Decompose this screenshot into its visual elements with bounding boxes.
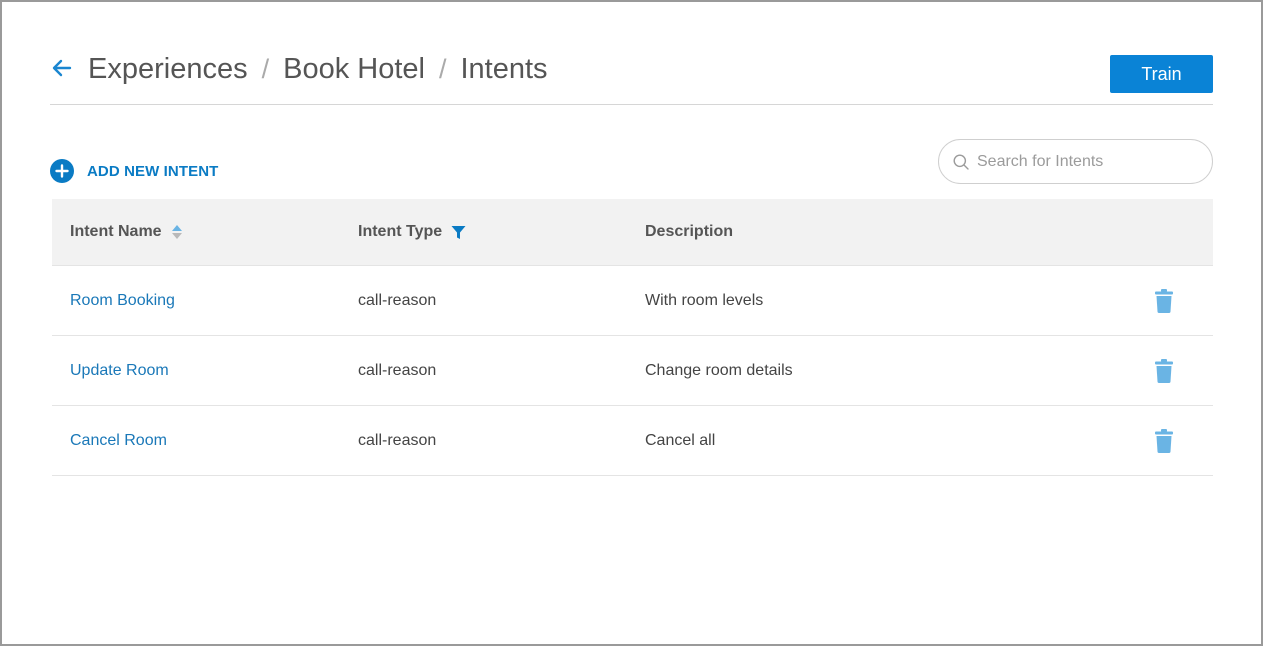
column-header-label: Intent Type <box>358 223 443 240</box>
table-row: Room Booking call-reason With room level… <box>52 266 1213 336</box>
breadcrumb: Experiences / Book Hotel / Intents <box>88 50 548 88</box>
breadcrumb-experiences[interactable]: Experiences <box>88 53 248 86</box>
delete-button[interactable] <box>1155 429 1173 453</box>
add-new-intent-button[interactable]: ADD NEW INTENT <box>50 159 218 183</box>
add-new-intent-label: ADD NEW INTENT <box>87 162 219 180</box>
filter-icon[interactable] <box>451 225 466 240</box>
breadcrumb-separator: / <box>261 53 270 84</box>
page-title: Intents <box>460 52 548 85</box>
column-header-label: Intent Name <box>70 223 162 240</box>
intent-type-cell: call-reason <box>358 431 437 449</box>
intent-type-cell: call-reason <box>358 361 437 379</box>
intent-name-link[interactable]: Cancel Room <box>70 406 167 475</box>
column-header-intent-type: Intent Type <box>358 199 466 265</box>
description-cell: Change room details <box>645 361 793 379</box>
column-header-label: Description <box>645 223 734 240</box>
search-input[interactable] <box>977 140 1202 183</box>
breadcrumb-separator: / <box>438 53 447 84</box>
trash-icon <box>1155 359 1173 383</box>
sort-icon[interactable] <box>171 224 183 240</box>
delete-button[interactable] <box>1155 289 1173 313</box>
table-row: Cancel Room call-reason Cancel all <box>52 406 1213 476</box>
description-cell: Cancel all <box>645 431 716 449</box>
table-row: Update Room call-reason Change room deta… <box>52 336 1213 406</box>
train-button[interactable]: Train <box>1110 55 1213 93</box>
arrow-left-icon <box>52 59 72 77</box>
intents-table: Intent Name Intent Type Description Room… <box>52 199 1213 476</box>
table-header: Intent Name Intent Type Description <box>52 199 1213 266</box>
trash-icon <box>1155 289 1173 313</box>
search-box <box>938 139 1213 184</box>
intent-name-link[interactable]: Room Booking <box>70 266 175 335</box>
column-header-description: Description <box>645 199 733 265</box>
breadcrumb-book-hotel[interactable]: Book Hotel <box>283 53 425 86</box>
app-window: Experiences / Book Hotel / Intents Train… <box>0 0 1263 646</box>
trash-icon <box>1155 429 1173 453</box>
intent-type-cell: call-reason <box>358 291 437 309</box>
page-header: Experiences / Book Hotel / Intents Train <box>50 50 1213 105</box>
search-icon <box>953 154 969 170</box>
description-cell: With room levels <box>645 291 764 309</box>
column-header-intent-name[interactable]: Intent Name <box>70 199 183 265</box>
plus-circle-icon <box>50 159 74 183</box>
delete-button[interactable] <box>1155 359 1173 383</box>
back-button[interactable] <box>50 56 74 80</box>
intent-name-link[interactable]: Update Room <box>70 336 169 405</box>
